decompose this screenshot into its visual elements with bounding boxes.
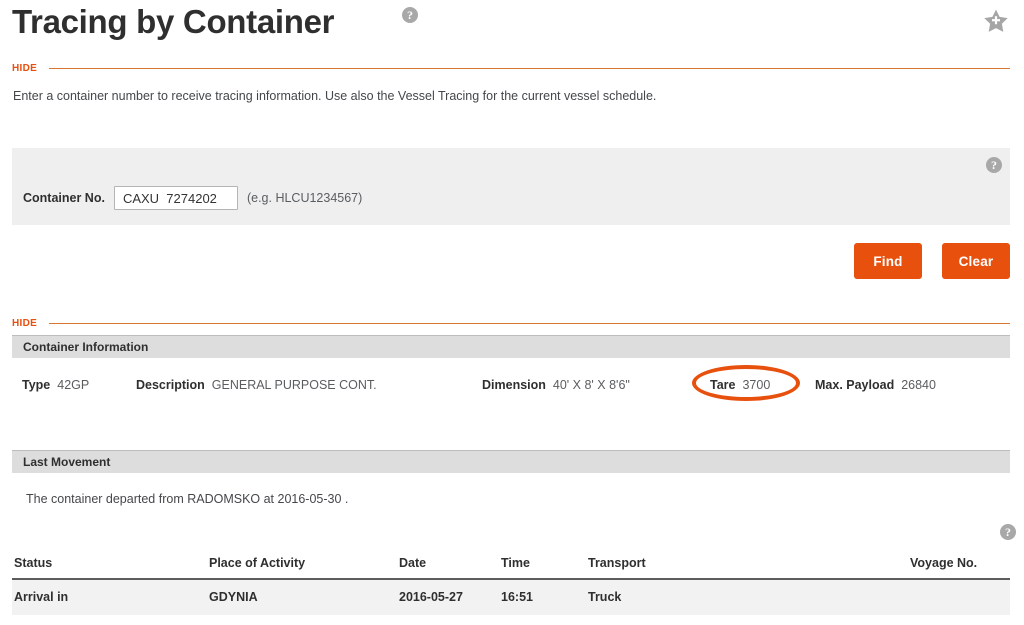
column-header-time: Time [501,552,588,580]
container-dimension-label: Dimension [482,378,546,392]
cell-place: GDYNIA [209,579,399,615]
container-no-label: Container No. [23,191,105,205]
column-header-place: Place of Activity [209,552,399,580]
container-description: Description GENERAL PURPOSE CONT. [136,374,377,396]
help-circle-icon[interactable]: ? [986,157,1002,173]
star-add-icon[interactable] [982,7,1010,35]
container-no-input[interactable] [113,186,238,210]
container-no-field-row: Container No. (e.g. HLCU1234567) [23,186,362,210]
hide-bar-results: HIDE [12,315,1010,331]
container-tare: Tare 3700 [710,374,770,396]
container-description-value: GENERAL PURPOSE CONT. [211,378,377,392]
container-type-label: Type [22,378,51,392]
help-circle-icon[interactable]: ? [1000,524,1016,540]
section-title: Container Information [23,340,149,354]
cell-date: 2016-05-27 [399,579,501,615]
container-max-payload-value: 26840 [901,378,936,392]
container-type: Type 42GP [22,374,89,396]
container-description-label: Description [136,378,205,392]
cell-status: Arrival in [12,579,209,615]
find-button[interactable]: Find [854,243,922,279]
hide-bar-search: HIDE [12,60,1010,76]
container-max-payload-label: Max. Payload [815,378,895,392]
cell-time: 16:51 [501,579,588,615]
hide-rule [49,322,1010,324]
tracing-events-table: Status Place of Activity Date Time Trans… [12,552,1010,615]
container-tare-value: 3700 [742,378,771,392]
container-dimension: Dimension 40' X 8' X 8'6" [482,374,630,396]
table-header-row: Status Place of Activity Date Time Trans… [12,552,1010,580]
column-header-transport: Transport [588,552,910,580]
page-title: Tracing by Container [12,3,335,40]
search-panel: ? Container No. (e.g. HLCU1234567) [12,148,1010,225]
container-tare-label: Tare [710,378,736,392]
section-title: Last Movement [23,455,111,469]
container-max-payload: Max. Payload 26840 [815,374,936,396]
container-no-hint: (e.g. HLCU1234567) [246,191,363,205]
intro-text: Enter a container number to receive trac… [13,89,657,103]
hide-link-results[interactable]: HIDE [12,318,37,329]
hide-rule [49,67,1010,69]
column-header-voyage: Voyage No. [910,552,1010,580]
cell-transport: Truck [588,579,910,615]
clear-button[interactable]: Clear [942,243,1010,279]
page-header: Tracing by Container ? [0,0,1024,52]
column-header-status: Status [12,552,209,580]
section-header-container-information: Container Information [12,335,1010,358]
section-header-last-movement: Last Movement [12,450,1010,473]
last-movement-text: The container departed from RADOMSKO at … [26,492,349,506]
help-circle-icon[interactable]: ? [402,7,418,23]
hide-link-search[interactable]: HIDE [12,63,37,74]
container-dimension-value: 40' X 8' X 8'6" [552,378,630,392]
column-header-date: Date [399,552,501,580]
container-information-row: Type 42GP Description GENERAL PURPOSE CONT… [0,374,1024,396]
action-buttons: Find Clear [854,243,1010,279]
container-type-value: 42GP [57,378,90,392]
cell-voyage [910,579,1010,615]
table-row: Arrival in GDYNIA 2016-05-27 16:51 Truck [12,579,1010,615]
